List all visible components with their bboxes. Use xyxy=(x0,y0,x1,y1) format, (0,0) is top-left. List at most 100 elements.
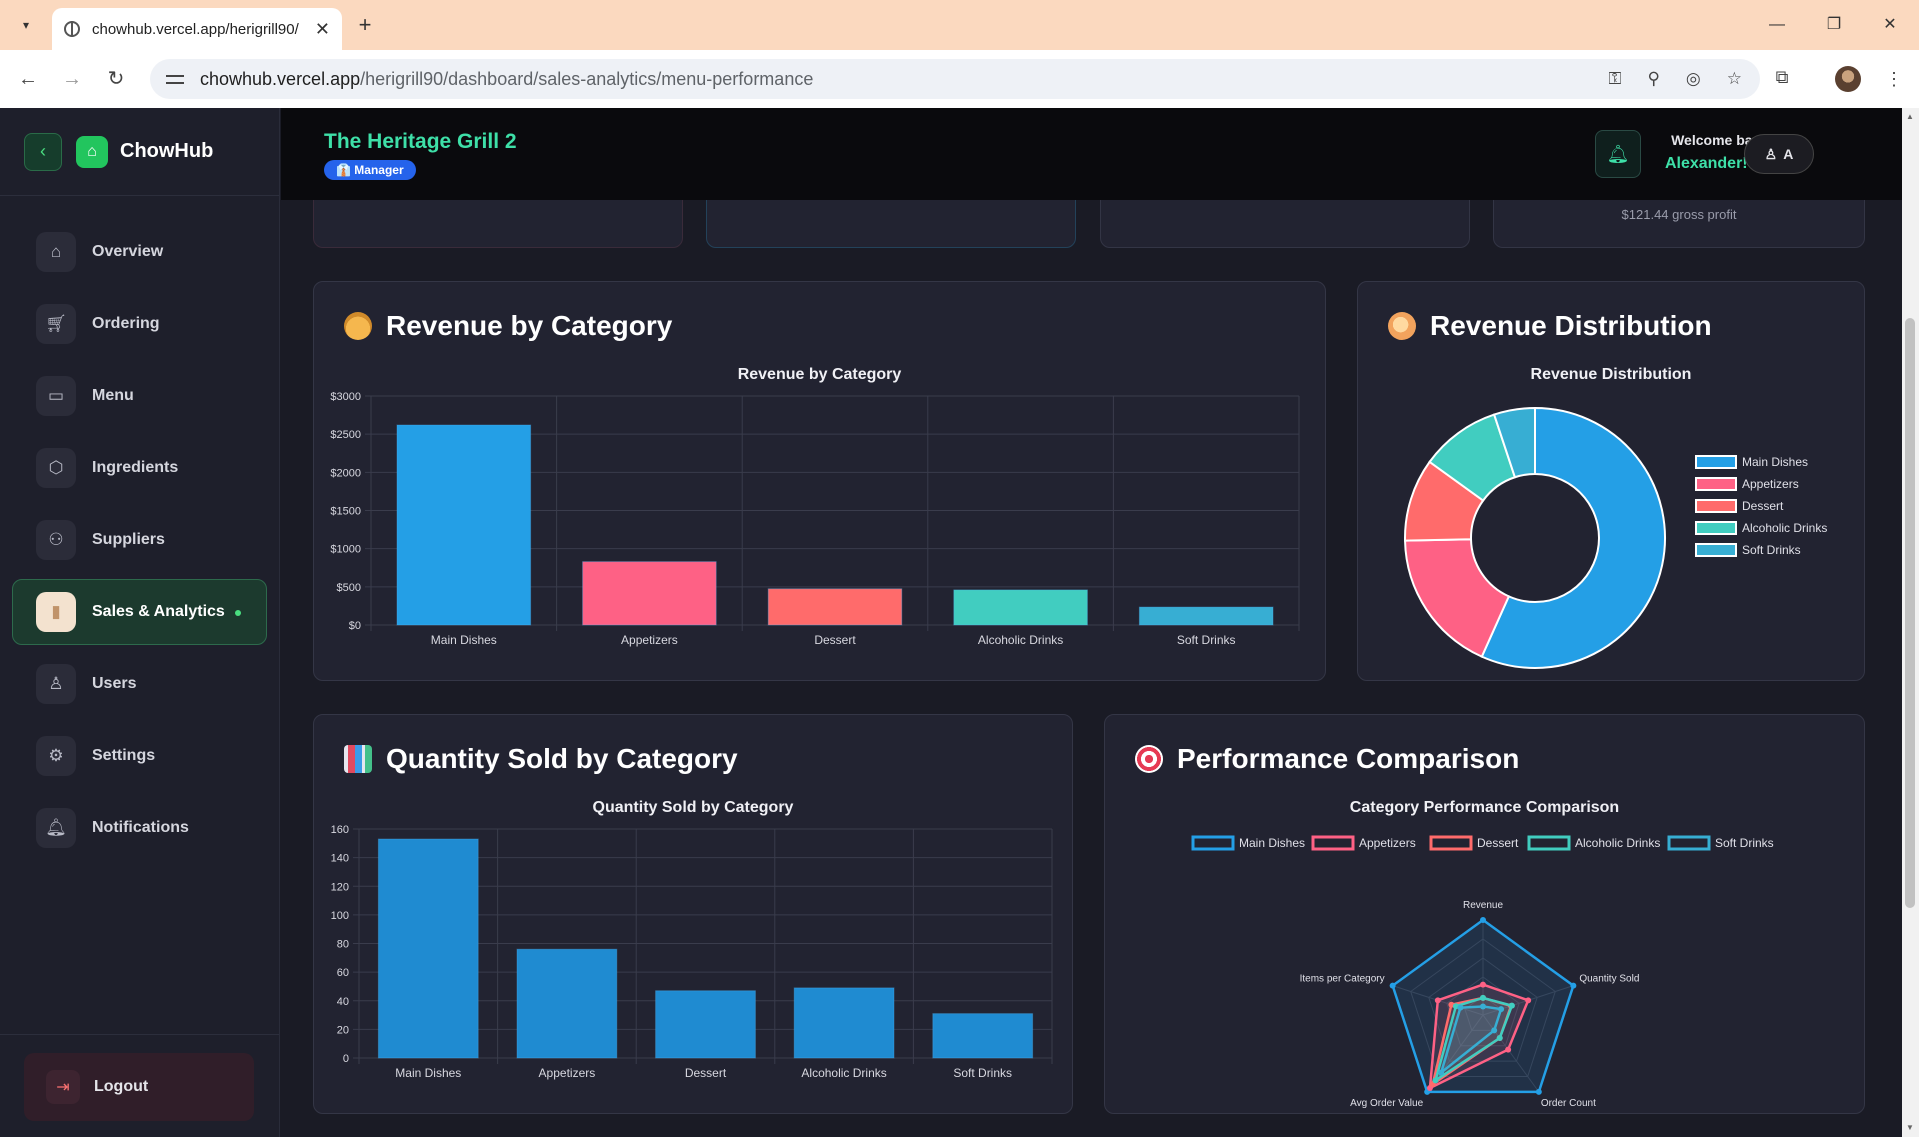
role-badge: 👔 Manager xyxy=(324,160,416,180)
revenue-by-category-panel: Revenue by Category Revenue by Category … xyxy=(313,281,1326,681)
scroll-thumb[interactable] xyxy=(1905,318,1915,908)
bar xyxy=(953,589,1088,626)
radar-point xyxy=(1432,1077,1439,1084)
y-tick-label: 20 xyxy=(337,1024,349,1036)
reload-icon[interactable]: ↻ xyxy=(102,65,130,93)
tab-title: chowhub.vercel.app/herigrill90/ xyxy=(92,20,299,38)
box-icon: ⬡ xyxy=(36,448,76,488)
radar-point xyxy=(1480,1003,1486,1010)
sidebar-item-ordering[interactable]: 🛒︎ Ordering xyxy=(12,291,267,357)
minimize-window-icon[interactable]: — xyxy=(1757,10,1797,40)
forward-icon[interactable]: → xyxy=(58,65,86,93)
legend-swatch xyxy=(1695,499,1737,513)
legend-swatch xyxy=(1695,543,1737,557)
sidebar-item-label: Menu xyxy=(92,387,134,404)
x-tick-label: Main Dishes xyxy=(395,1066,461,1080)
sidebar-item-settings[interactable]: ⚙ Settings xyxy=(12,723,267,789)
gear-icon: ⚙ xyxy=(36,736,76,776)
scroll-up-icon[interactable]: ▲ xyxy=(1905,112,1915,122)
radar-point xyxy=(1505,1046,1512,1053)
browser-tab[interactable]: chowhub.vercel.app/herigrill90/ ✕ xyxy=(52,8,342,50)
close-window-icon[interactable]: ✕ xyxy=(1870,10,1910,40)
profile-avatar[interactable] xyxy=(1835,66,1861,92)
x-tick-label: Appetizers xyxy=(539,1066,596,1080)
x-tick-label: Dessert xyxy=(814,633,856,647)
y-tick-label: $0 xyxy=(349,620,361,632)
sidebar-item-ingredients[interactable]: ⬡ Ingredients xyxy=(12,435,267,501)
globe-icon xyxy=(64,21,80,37)
y-tick-label: 80 xyxy=(337,939,349,951)
new-tab-button[interactable]: + xyxy=(352,10,378,40)
sidebar-item-label: Users xyxy=(92,675,137,692)
bar xyxy=(655,990,756,1059)
sidebar-item-users[interactable]: ♙ Users xyxy=(12,651,267,717)
y-tick-label: 60 xyxy=(337,967,349,979)
site-info-icon[interactable] xyxy=(166,72,186,86)
y-tick-label: $2500 xyxy=(330,429,361,441)
eye-off-icon[interactable]: ◎ xyxy=(1686,69,1701,89)
cart-icon: 🛒︎ xyxy=(36,304,76,344)
chowhub-logo-icon: ⌂ xyxy=(76,135,108,168)
user-menu-button[interactable]: ♙ A xyxy=(1744,134,1814,174)
active-indicator-dot xyxy=(235,610,241,616)
stat-card xyxy=(313,200,683,248)
legend-label: Dessert xyxy=(1742,499,1784,513)
radar-point xyxy=(1491,1027,1498,1034)
bar xyxy=(767,588,903,626)
radar-axis-label: Avg Order Value xyxy=(1350,1098,1423,1109)
key-icon[interactable]: ⚿ xyxy=(1609,69,1622,89)
legend-label: Appetizers xyxy=(1742,477,1799,491)
legend-swatch xyxy=(1695,477,1737,491)
tab-search-icon[interactable]: ▾ xyxy=(12,12,40,38)
extensions-icon[interactable]: ⧉ xyxy=(1770,67,1794,91)
y-tick-label: 160 xyxy=(331,824,349,836)
performance-radar-chart: Main Dishes Appetizers Dessert Alcoholic Dr… xyxy=(1191,835,1774,1109)
x-tick-label: Soft Drinks xyxy=(953,1066,1012,1080)
restore-window-icon[interactable]: ❐ xyxy=(1814,10,1854,40)
users-icon: ⚇ xyxy=(36,520,76,560)
collapse-sidebar-button[interactable]: ‹ xyxy=(24,132,62,171)
radar-axis-label: Revenue xyxy=(1463,900,1503,911)
bell-icon: 🔔︎ xyxy=(36,808,76,848)
bell-icon: 🔔︎ xyxy=(1606,143,1630,164)
y-tick-label: $1500 xyxy=(330,506,361,518)
radar-point xyxy=(1389,982,1396,989)
zoom-icon[interactable]: ⚲ xyxy=(1647,69,1659,89)
page-scrollbar[interactable]: ▲ ▼ xyxy=(1902,108,1919,1137)
logout-button[interactable]: ⇥ Logout xyxy=(24,1053,254,1121)
stat-card: $121.44 gross profit xyxy=(1493,200,1865,248)
sidebar-item-notifications[interactable]: 🔔︎ Notifications xyxy=(12,795,267,861)
star-icon[interactable]: ☆ xyxy=(1727,69,1742,89)
sidebar-footer: ⇥ Logout xyxy=(0,1034,279,1137)
scroll-down-icon[interactable]: ▼ xyxy=(1905,1123,1915,1133)
performance-comparison-panel: Performance Comparison Category Performa… xyxy=(1104,714,1865,1114)
close-tab-icon[interactable]: ✕ xyxy=(315,19,330,40)
sidebar-item-menu[interactable]: ▭ Menu xyxy=(12,363,267,429)
x-tick-label: Alcoholic Drinks xyxy=(978,633,1063,647)
legend-swatch xyxy=(1311,835,1355,851)
notifications-button[interactable]: 🔔︎ xyxy=(1595,130,1641,178)
bar-chart-icon: ▮ xyxy=(36,592,76,632)
address-bar[interactable]: chowhub.vercel.app/herigrill90/dashboard… xyxy=(150,59,1760,99)
user-check-icon: ♙ xyxy=(36,664,76,704)
legend-label: Soft Drinks xyxy=(1742,543,1801,557)
y-tick-label: 0 xyxy=(343,1053,349,1065)
legend-label: Main Dishes xyxy=(1742,455,1808,469)
radar-point xyxy=(1480,994,1486,1001)
sidebar-item-overview[interactable]: ⌂ Overview xyxy=(12,219,267,285)
back-icon[interactable]: ← xyxy=(14,65,42,93)
book-icon: ▭ xyxy=(36,376,76,416)
sidebar-item-sales-analytics[interactable]: ▮ Sales & Analytics xyxy=(12,579,267,645)
legend-label: Appetizers xyxy=(1359,836,1416,850)
y-tick-label: $500 xyxy=(337,582,361,594)
x-tick-label: Main Dishes xyxy=(431,633,497,647)
browser-menu-icon[interactable]: ⋮ xyxy=(1885,66,1903,92)
legend-swatch xyxy=(1527,835,1571,851)
y-tick-label: 100 xyxy=(331,910,349,922)
x-tick-label: Alcoholic Drinks xyxy=(801,1066,886,1080)
sidebar-item-label: Sales & Analytics xyxy=(92,603,225,620)
browser-toolbar: ← → ↻ chowhub.vercel.app/herigrill90/das… xyxy=(0,50,1919,108)
sidebar-item-suppliers[interactable]: ⚇ Suppliers xyxy=(12,507,267,573)
url-host: chowhub.vercel.app xyxy=(200,68,361,89)
legend-label: Alcoholic Drinks xyxy=(1575,836,1660,850)
